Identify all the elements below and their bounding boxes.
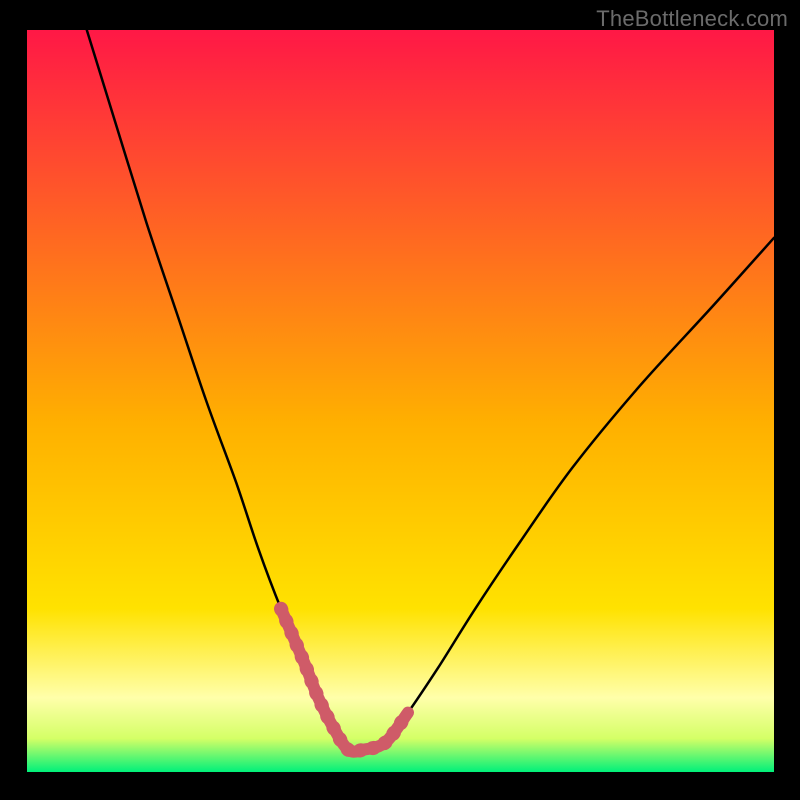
chart-frame: TheBottleneck.com bbox=[0, 0, 800, 800]
chart-svg bbox=[27, 30, 774, 772]
plot-area bbox=[27, 30, 774, 772]
watermark-text: TheBottleneck.com bbox=[596, 6, 788, 32]
gradient-background bbox=[27, 30, 774, 772]
